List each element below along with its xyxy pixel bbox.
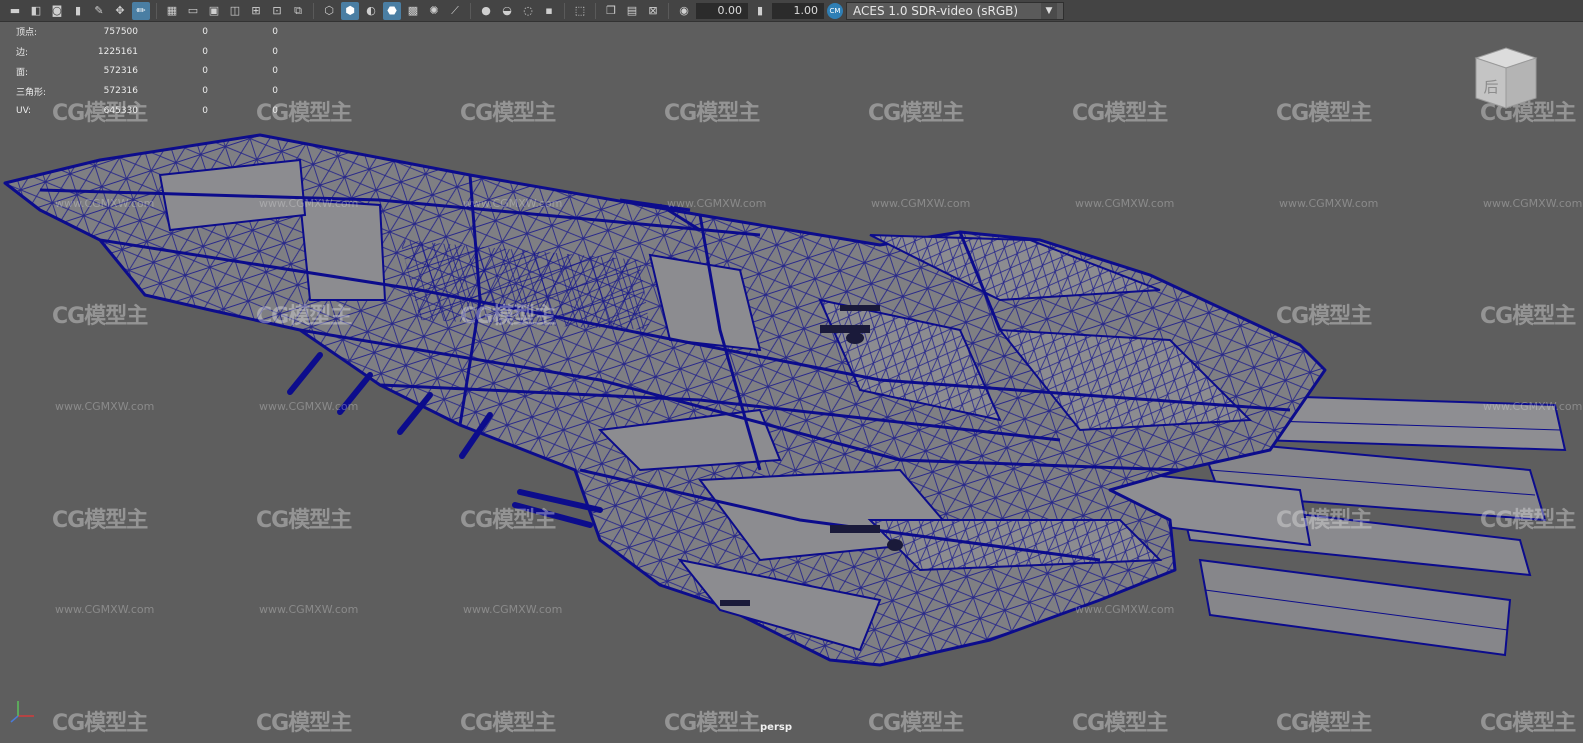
watermark-logo: CG模型主 [1480,304,1576,329]
hud-selected-value: 0 [202,106,208,117]
hud-row-edges: 边: 1225161 0 0 [16,42,278,62]
hud-label: 面: [16,67,29,78]
axis-indicator [10,701,34,723]
hud-selected-value: 0 [202,46,208,57]
watermark-logo: CG模型主 [664,711,760,736]
watermark-url: www.CGMXW.com [259,603,359,616]
viewcube[interactable]: 后 [1470,44,1542,114]
watermark-logo: CG模型主 [52,304,148,329]
watermark-logo: CG模型主 [1480,711,1576,736]
watermark-url: www.CGMXW.com [463,603,563,616]
hud-label: 边: [16,48,29,59]
watermark-logo: CG模型主 [52,711,148,736]
hud-selected-value: 0 [202,26,208,37]
hud-value: 572316 [103,66,138,77]
hud-row-uvs: UV: 645330 0 0 [16,101,278,121]
hud-component-value: 0 [272,26,278,37]
hud-component-value: 0 [272,106,278,117]
hud-value: 1225161 [97,46,138,57]
watermark-logo: CG模型主 [256,711,352,736]
hud-component-value: 0 [272,46,278,57]
watermark-url: www.CGMXW.com [259,400,359,413]
watermark-logo: CG模型主 [460,508,556,533]
camera-name-label: persp [760,722,792,733]
watermark-logo: CG模型主 [1072,101,1168,126]
hud-row-triangles: 三角形: 572316 0 0 [16,81,278,101]
hud-label: 顶点: [16,28,38,39]
watermark-url: www.CGMXW.com [667,197,767,210]
watermark-logo: CG模型主 [460,304,556,329]
watermark-logo: CG模型主 [52,508,148,533]
hud-row-vertices: 顶点: 757500 0 0 [16,22,278,42]
poly-count-hud: 顶点: 757500 0 0 边: 1225161 0 0 面: 572316 … [16,22,278,121]
viewcube-face-label[interactable]: 后 [1483,78,1498,96]
watermark-logo: CG模型主 [868,711,964,736]
watermark-url: www.CGMXW.com [871,197,971,210]
hud-component-value: 0 [272,66,278,77]
watermark-logo: CG模型主 [1072,711,1168,736]
hud-component-value: 0 [272,86,278,97]
hud-label: 三角形: [16,87,47,98]
watermark-logo: CG模型主 [1276,304,1372,329]
watermark-url: www.CGMXW.com [259,197,359,210]
watermark-url: www.CGMXW.com [1483,197,1583,210]
watermark-logo: CG模型主 [664,101,760,126]
watermark-logo: CG模型主 [1480,508,1576,533]
watermark-logo: CG模型主 [1276,101,1372,126]
hud-selected-value: 0 [202,66,208,77]
watermark-url: www.CGMXW.com [1279,197,1379,210]
watermark-url: www.CGMXW.com [463,197,563,210]
hud-value: 757500 [103,26,138,37]
hud-selected-value: 0 [202,86,208,97]
watermark-url: www.CGMXW.com [1483,400,1583,413]
watermark-url: www.CGMXW.com [55,603,155,616]
watermark-logo: CG模型主 [460,711,556,736]
watermark-url: www.CGMXW.com [55,197,155,210]
watermark-url: www.CGMXW.com [1075,197,1175,210]
hud-value: 645330 [103,106,138,117]
watermark-logo: CG模型主 [256,304,352,329]
watermark-logo: CG模型主 [868,101,964,126]
watermark-logo: CG模型主 [460,101,556,126]
watermark-logo: CG模型主 [1276,508,1372,533]
watermark-url: www.CGMXW.com [55,400,155,413]
hud-value: 572316 [103,86,138,97]
hud-row-faces: 面: 572316 0 0 [16,62,278,82]
watermark-logo: CG模型主 [256,508,352,533]
watermark-logo: CG模型主 [1276,711,1372,736]
hud-label: UV: [16,106,32,117]
watermark-url: www.CGMXW.com [1075,603,1175,616]
